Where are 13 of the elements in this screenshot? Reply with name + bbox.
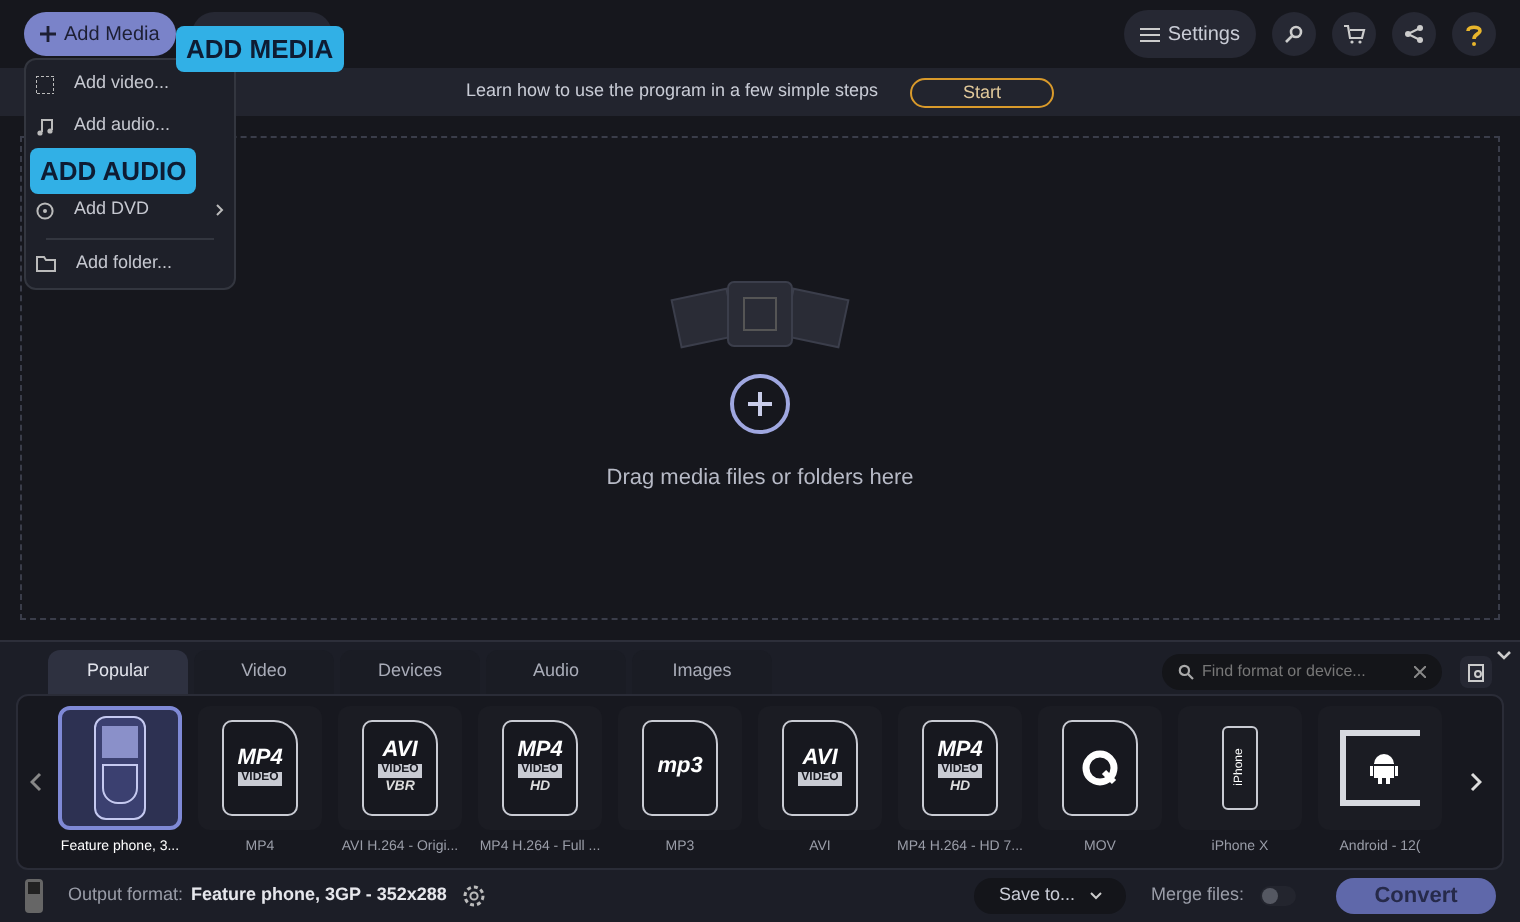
output-format-label: Output format: [68,882,184,909]
tutorial-text: Learn how to use the program in a few simple steps [465,78,879,105]
format-badge-text: MP4 [937,740,983,763]
format-badge-text: MP4 [237,748,283,771]
annotation-tooltip: ADD AUDIO [30,148,197,194]
merge-files-label: Merge files: [1150,882,1244,909]
drop-zone-text: Drag media files or folders here [606,463,914,494]
format-badge-text: mp3 [657,756,703,779]
format-badge-text: MP4 [517,740,563,763]
output-format-value: Feature phone, 3GP - 352x288 [191,882,447,909]
annotation-tooltip: ADD MEDIA [176,26,344,72]
format-badge-text: AVI [382,740,418,763]
format-badge-text: AVI [802,748,838,771]
